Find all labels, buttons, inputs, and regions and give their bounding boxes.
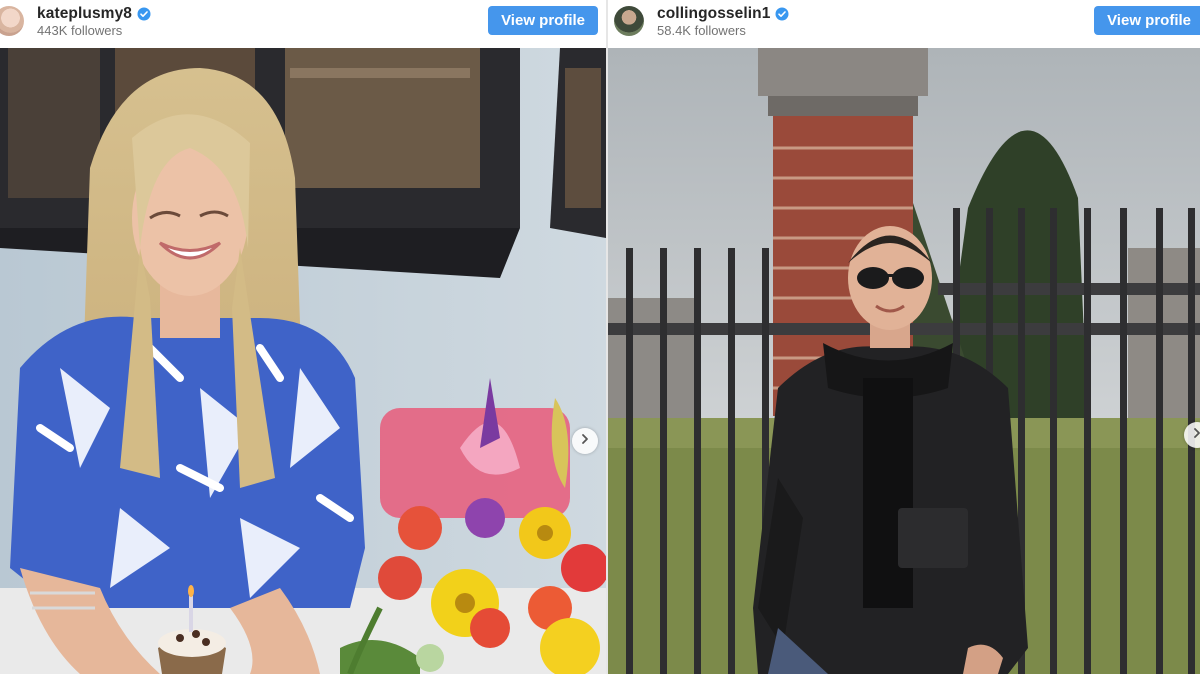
avatar[interactable] xyxy=(614,6,644,36)
handle-row: kateplusmy8 xyxy=(37,5,151,23)
post-header: kateplusmy8 443K followers View profile xyxy=(0,0,606,48)
post-card-kateplusmy8: kateplusmy8 443K followers View profile xyxy=(0,0,606,674)
username[interactable]: kateplusmy8 xyxy=(37,5,132,23)
username[interactable]: collingosselin1 xyxy=(657,5,770,23)
chevron-right-icon xyxy=(1191,426,1200,444)
follower-count: 58.4K followers xyxy=(657,23,746,38)
handle-row: collingosselin1 xyxy=(657,5,789,23)
avatar[interactable] xyxy=(0,6,24,36)
view-profile-button[interactable]: View profile xyxy=(488,6,598,35)
chevron-right-icon xyxy=(579,432,591,450)
post-header: collingosselin1 58.4K followers View pro… xyxy=(608,0,1200,48)
verified-badge-icon xyxy=(137,7,151,21)
post-photo[interactable] xyxy=(0,48,606,674)
follower-count: 443K followers xyxy=(37,23,123,38)
post-photo[interactable] xyxy=(608,48,1200,674)
next-photo-button[interactable] xyxy=(572,428,598,454)
post-card-collingosselin1: collingosselin1 58.4K followers View pro… xyxy=(608,0,1200,674)
verified-badge-icon xyxy=(775,7,789,21)
view-profile-button[interactable]: View profile xyxy=(1094,6,1200,35)
